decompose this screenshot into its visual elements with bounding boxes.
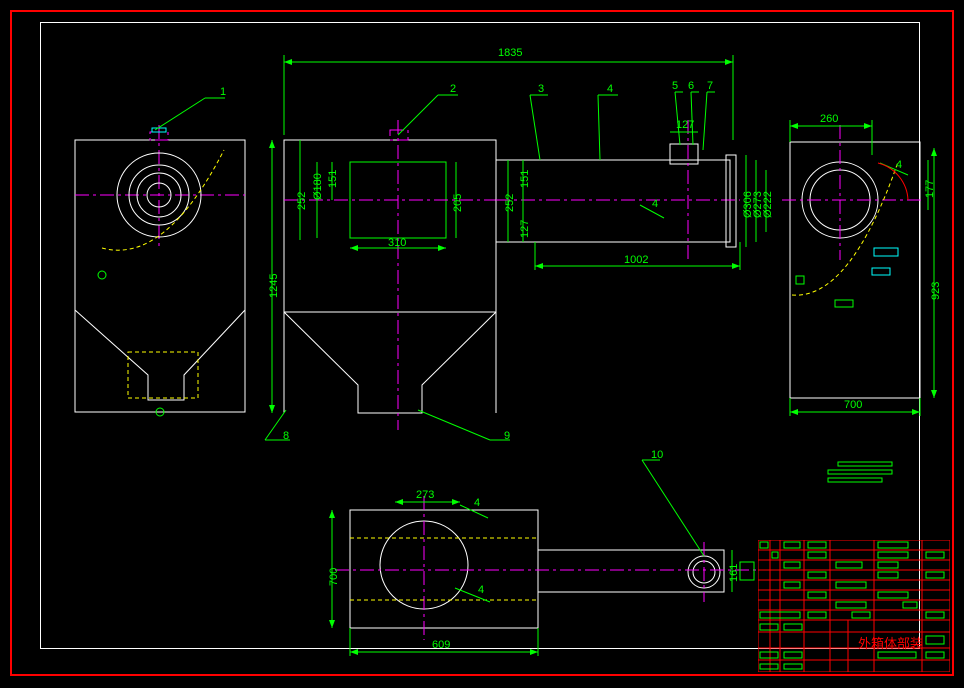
dim-310: 310 xyxy=(388,237,406,249)
dim-177: 177 xyxy=(924,180,936,198)
dim-252-f: 252 xyxy=(296,192,308,210)
callout-7: 7 xyxy=(707,80,713,92)
dim-dia180: Ø180 xyxy=(312,173,324,200)
dim-4-s: 4 xyxy=(652,198,658,210)
dim-phi222: Ø222 xyxy=(762,191,774,218)
dim-252-s: 252 xyxy=(504,194,516,212)
dim-1245: 1245 xyxy=(268,274,280,298)
dim-4-b1: 4 xyxy=(474,497,480,509)
callout-4: 4 xyxy=(607,83,613,95)
callout-5: 5 xyxy=(672,80,678,92)
dim-151-f: 151 xyxy=(327,170,339,188)
dim-4-r: 4 xyxy=(896,159,902,171)
dim-161: 161 xyxy=(728,564,740,582)
callout-2: 2 xyxy=(450,83,456,95)
dim-700-r: 700 xyxy=(844,399,862,411)
dim-923: 923 xyxy=(930,282,942,300)
callout-10: 10 xyxy=(651,449,663,461)
dim-273-b: 273 xyxy=(416,489,434,501)
callout-9: 9 xyxy=(504,430,510,442)
dim-151-s: 151 xyxy=(519,170,531,188)
callout-3: 3 xyxy=(538,83,544,95)
title-block: 外箱体部装 xyxy=(758,540,950,672)
dim-127-s: 127 xyxy=(519,220,531,238)
drawing-title: 外箱体部装 xyxy=(858,633,923,652)
callout-8: 8 xyxy=(283,430,289,442)
dim-1835: 1835 xyxy=(498,47,522,59)
dim-127-t: 127 xyxy=(676,119,694,131)
dim-205: 205 xyxy=(452,194,464,212)
dim-4-b2: 4 xyxy=(478,584,484,596)
dim-260: 260 xyxy=(820,113,838,125)
dim-609: 609 xyxy=(432,639,450,651)
dim-1002: 1002 xyxy=(624,254,648,266)
dim-700-b: 700 xyxy=(328,568,340,586)
callout-6: 6 xyxy=(688,80,694,92)
callout-1: 1 xyxy=(220,86,226,98)
